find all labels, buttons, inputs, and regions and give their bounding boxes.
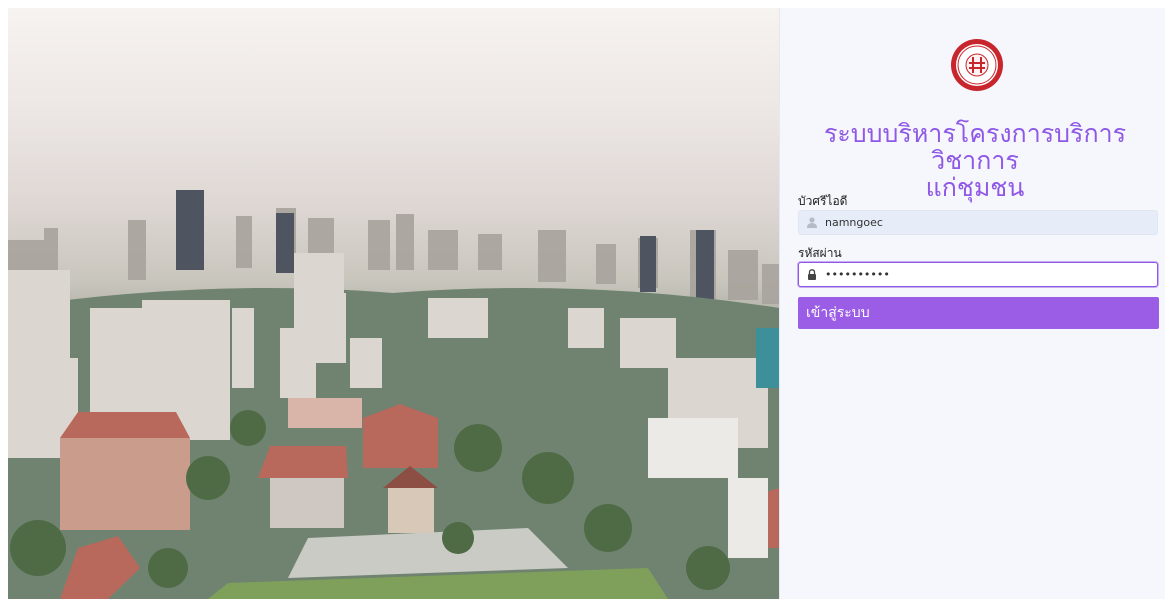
username-label: บัวศรีไอดี <box>798 194 848 208</box>
username-input[interactable] <box>825 216 1145 229</box>
password-label: รหัสผ่าน <box>798 246 842 260</box>
lock-icon <box>805 268 819 282</box>
city-illustration <box>8 190 779 599</box>
login-button[interactable]: เข้าสู่ระบบ <box>798 297 1159 329</box>
password-input[interactable] <box>825 268 1145 281</box>
login-page: ระบบบริหารโครงการบริการวิชาการ แก่ชุมชน … <box>0 0 1165 599</box>
user-icon <box>805 216 819 230</box>
password-field[interactable] <box>798 262 1158 287</box>
university-seal-icon <box>951 39 1003 91</box>
background-city-photo <box>8 8 779 599</box>
login-panel: ระบบบริหารโครงการบริการวิชาการ แก่ชุมชน … <box>779 8 1165 599</box>
username-field[interactable] <box>798 210 1158 235</box>
page-title: ระบบบริหารโครงการบริการวิชาการ แก่ชุมชน <box>790 120 1160 201</box>
page-title-line-1: ระบบบริหารโครงการบริการวิชาการ <box>823 119 1127 175</box>
